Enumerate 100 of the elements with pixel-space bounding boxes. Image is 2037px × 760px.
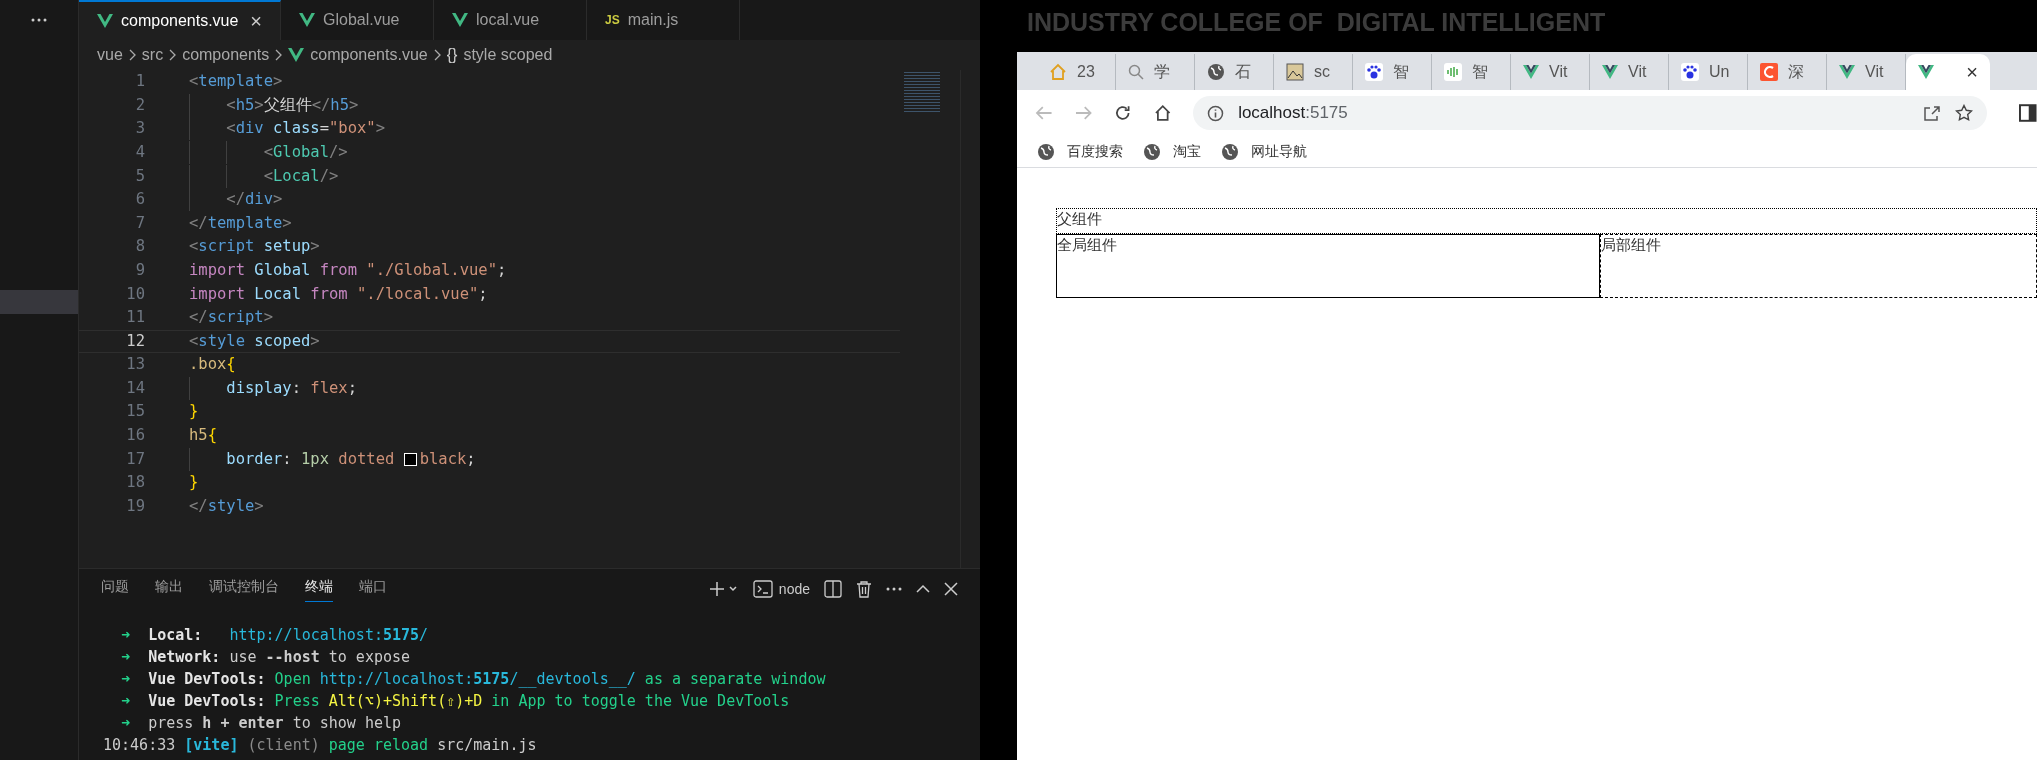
line-number: 14 [125, 377, 145, 399]
code-line: </style> [189, 495, 264, 517]
breadcrumb-item[interactable]: components [182, 43, 270, 67]
globe-icon [1221, 142, 1239, 161]
terminal-selector[interactable]: node [752, 578, 810, 600]
panel-tab[interactable]: 输出 [155, 576, 183, 602]
code-line: <Local/> [189, 164, 339, 188]
breadcrumb-item[interactable]: vue [97, 43, 123, 67]
info-icon [1207, 104, 1225, 122]
line-number: 18 [125, 472, 145, 494]
close-tab-button[interactable]: × [1966, 57, 1978, 87]
trash-icon[interactable] [856, 580, 872, 598]
terminal-line: ➜ Local: http://localhost:5175/ [120, 625, 430, 646]
code-line: </div> [189, 188, 283, 212]
code-line: <template> [189, 71, 283, 93]
more-icon[interactable] [886, 587, 902, 591]
code-line: } [189, 472, 199, 494]
split-icon[interactable] [824, 580, 842, 598]
terminal-line: ➜ press h + enter to show help [120, 713, 403, 734]
globe-icon [1037, 142, 1055, 161]
vue-logo-icon [1523, 65, 1539, 79]
image-icon [1286, 63, 1304, 81]
code-line: </template> [189, 212, 292, 234]
line-number: 12 [125, 330, 145, 352]
globe-icon [1207, 63, 1225, 81]
paw-icon [1681, 63, 1699, 81]
local-component-box: 局部组件 [1600, 234, 2037, 298]
paw-icon [1365, 63, 1383, 81]
bookmark-link[interactable]: 网址导航 [1221, 141, 1307, 162]
vue-logo-icon [1839, 65, 1855, 79]
parent-component-heading: 父组件 [1056, 208, 2037, 234]
bars-icon [1444, 63, 1462, 81]
letter-logo-icon [1760, 63, 1778, 81]
line-number: 7 [134, 212, 145, 234]
terminal-line: 10:46:33 [vite] (client) page reload src/main.js [103, 735, 538, 756]
line-number: 2 [134, 94, 145, 116]
chevron-right-icon [169, 49, 177, 61]
code-line: display: flex; [189, 376, 357, 401]
bookmark-link[interactable]: 百度搜索 [1037, 141, 1123, 162]
editor-tab[interactable]: components.vue × [79, 0, 281, 40]
line-number: 9 [134, 259, 145, 281]
vue-logo-icon [1602, 65, 1618, 79]
line-number: 8 [134, 236, 145, 258]
vue-file-icon [299, 13, 315, 27]
sidebar-icon[interactable] [2019, 104, 2037, 122]
code-line: <style scoped> [189, 330, 320, 352]
close-icon[interactable] [944, 582, 958, 596]
code-line: .box{ [189, 354, 236, 376]
terminal-icon [752, 580, 773, 598]
more-icon[interactable] [31, 18, 47, 22]
terminal-line: ➜ Vue DevTools: Open http://localhost:5175/__devtools__/ as a separate window [120, 669, 827, 690]
line-number: 3 [134, 118, 145, 140]
address-bar[interactable]: localhost:5175 [1193, 96, 1988, 130]
reload-icon[interactable] [1114, 104, 1132, 122]
close-tab-button[interactable]: × [250, 6, 262, 36]
line-number: 19 [125, 495, 145, 517]
line-number: 4 [134, 141, 145, 163]
browser-tab[interactable]: × [1906, 54, 1990, 90]
breadcrumb-item[interactable]: style scoped [463, 43, 553, 67]
chevron-right-icon [275, 49, 283, 61]
code-line: <script setup> [189, 236, 320, 258]
code-line: h5{ [189, 425, 217, 447]
terminal-line: ➜ Vue DevTools: Press Alt(⌥)+Shift(⇧)+D in App to toggle the Vue DevTools [120, 691, 791, 712]
line-number: 10 [125, 283, 145, 305]
add-icon[interactable] [708, 581, 739, 597]
line-number: 13 [125, 354, 145, 376]
line-number: 5 [134, 165, 145, 187]
line-number: 17 [125, 448, 145, 470]
vue-file-icon [288, 48, 305, 62]
line-number: 1 [134, 71, 145, 93]
vue-file-icon [97, 14, 113, 28]
code-line: import Local from "./local.vue"; [189, 283, 488, 305]
code-line: <div class="box"> [189, 117, 385, 141]
share-icon [1923, 104, 1942, 122]
panel-tab[interactable]: 终端 [305, 576, 333, 602]
line-number: 6 [134, 189, 145, 211]
panel-tab[interactable]: 问题 [101, 576, 129, 602]
breadcrumb-item[interactable]: src [141, 43, 164, 67]
code-line: </script> [189, 307, 273, 329]
breadcrumb-item[interactable]: components.vue [310, 43, 428, 67]
line-number: 11 [125, 307, 145, 329]
code-line: <Global/> [189, 140, 348, 165]
panel-tab[interactable]: 调试控制台 [209, 576, 279, 602]
chevron-right-icon [433, 49, 441, 61]
vue-logo-icon [1918, 65, 1934, 79]
vue-file-icon [452, 13, 468, 27]
search-icon [1128, 64, 1144, 80]
chevron-up-icon[interactable] [916, 584, 930, 594]
code-line: border: 1px dotted black; [189, 447, 476, 471]
bookmark-link[interactable]: 淘宝 [1143, 141, 1201, 162]
js-file-icon: JS [605, 11, 620, 29]
line-number: 16 [125, 425, 145, 447]
globe-icon [1143, 142, 1161, 161]
code-line: } [189, 401, 199, 423]
home-icon[interactable] [1153, 104, 1172, 122]
braces-icon: {} [446, 43, 458, 67]
panel-tab[interactable]: 端口 [359, 576, 387, 602]
banner-text: INDUSTRY COLLEGE OF DIGITAL INTELLIGENT [1027, 8, 1606, 36]
star-icon [1955, 104, 1974, 122]
code-line: import Global from "./Global.vue"; [189, 259, 507, 281]
